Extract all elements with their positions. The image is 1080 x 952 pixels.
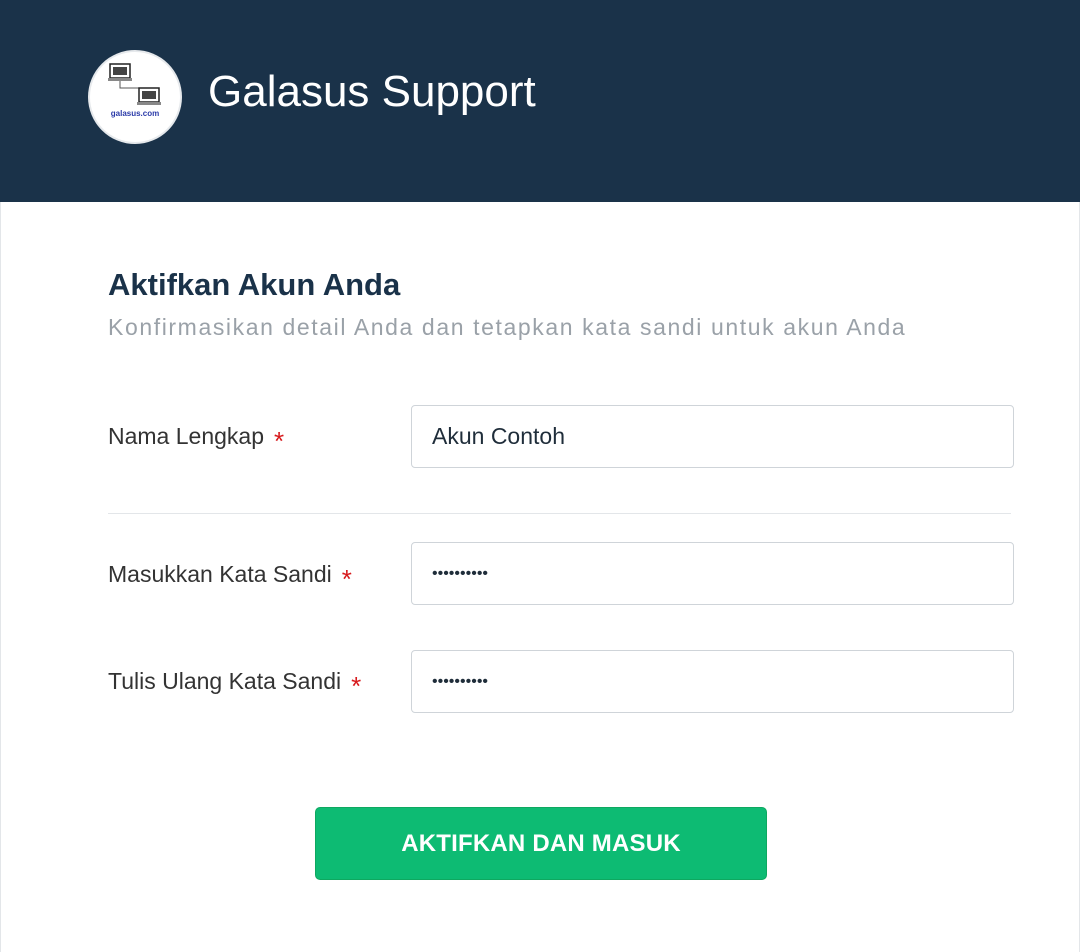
required-marker: *: [274, 426, 285, 456]
required-marker: *: [341, 564, 352, 594]
top-header: galasus.com Galasus Support: [0, 0, 1080, 202]
password-label-text: Masukkan Kata Sandi: [108, 561, 332, 587]
brand-name: Galasus Support: [208, 67, 536, 116]
full-name-input[interactable]: [411, 405, 1014, 468]
confirm-password-label-text: Tulis Ulang Kata Sandi: [108, 668, 342, 694]
password-label: Masukkan Kata Sandi *: [108, 558, 352, 594]
logo[interactable]: galasus.com: [90, 52, 180, 142]
logo-wordmark: galasus.com: [110, 109, 160, 118]
full-name-label-text: Nama Lengkap: [108, 423, 264, 449]
section-divider: [108, 513, 1011, 514]
confirm-password-label: Tulis Ulang Kata Sandi *: [108, 665, 361, 701]
activate-and-login-button[interactable]: AKTIFKAN DAN MASUK: [315, 807, 767, 880]
required-marker: *: [351, 671, 362, 701]
confirm-password-input[interactable]: [411, 650, 1014, 713]
network-computers-icon: [108, 63, 161, 105]
page-subtitle: Konfirmasikan detail Anda dan tetapkan k…: [108, 314, 907, 340]
page-title: Aktifkan Akun Anda: [108, 267, 401, 302]
password-input[interactable]: [411, 542, 1014, 605]
full-name-label: Nama Lengkap *: [108, 420, 284, 456]
